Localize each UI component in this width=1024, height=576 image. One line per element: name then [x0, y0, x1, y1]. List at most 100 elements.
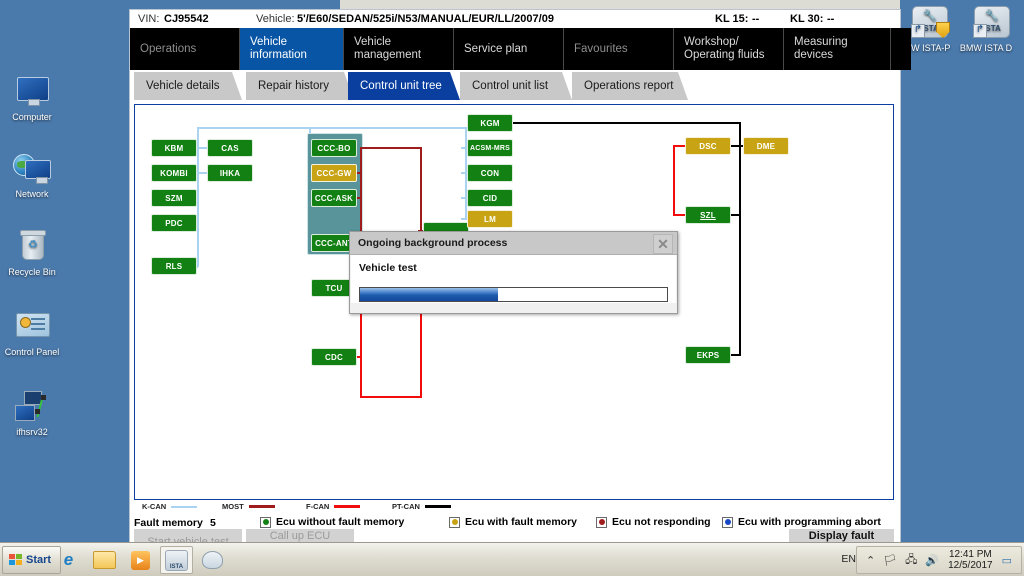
ecu-node-szm[interactable]: SZM: [151, 189, 197, 207]
ecu-node-label: PDC: [165, 219, 183, 228]
ecu-node-dme[interactable]: DME: [743, 137, 789, 155]
status-swatch-red-icon: [596, 517, 607, 528]
tab-favourites[interactable]: Favourites: [564, 28, 674, 70]
fault-memory-count: 5: [210, 517, 216, 529]
ecu-node-ccc-gw[interactable]: CCC-GW: [311, 164, 357, 182]
ecu-node-ccc-ask[interactable]: CCC-ASK: [311, 189, 357, 207]
ecu-node-lm[interactable]: LM: [467, 210, 513, 228]
tab-operations[interactable]: Operations: [130, 28, 240, 70]
windows-logo-icon: [9, 554, 22, 566]
kcan-bus-line: [197, 127, 467, 129]
legend-bus-swatch: [171, 506, 197, 508]
network-icon[interactable]: 🖧: [905, 551, 917, 570]
ecu-node-cid[interactable]: CID: [467, 189, 513, 207]
file-explorer-icon[interactable]: [88, 546, 121, 574]
ecu-node-label: RLS: [166, 262, 183, 271]
ecu-node-kombi[interactable]: KOMBI: [151, 164, 197, 182]
ecu-node-label: ACSM-MRS: [470, 145, 510, 152]
fcan-bus-line: [357, 356, 362, 358]
desktop-icon-label: BMW ISTA D: [956, 43, 1016, 54]
most-bus-line: [357, 197, 362, 199]
legend-bus-label: PT-CAN: [392, 502, 420, 511]
progress-bar-fill: [360, 288, 498, 301]
recycle-bin-icon: ♻: [13, 230, 51, 264]
tab-measuring-devices[interactable]: Measuring devices: [784, 28, 891, 70]
ecu-node-label: IHKA: [220, 169, 240, 178]
subtab-label: Vehicle details: [146, 80, 220, 92]
legend-bus-fcan: F-CAN: [306, 502, 360, 511]
legend-bus-label: MOST: [222, 502, 244, 511]
ecu-node-pdc[interactable]: PDC: [151, 214, 197, 232]
subtab-repair-history[interactable]: Repair history: [246, 72, 354, 100]
ifhsrv32-icon: [13, 390, 51, 424]
legend-bus-most: MOST: [222, 502, 275, 511]
ptcan-bus-line: [731, 354, 741, 356]
subtab-control-unit-tree[interactable]: Control unit tree: [348, 72, 460, 100]
tab-workshop-operating-fluids[interactable]: Workshop/ Operating fluids: [674, 28, 784, 70]
ecu-node-dsc[interactable]: DSC: [685, 137, 731, 155]
ptcan-bus-line: [731, 214, 741, 216]
ecu-node-label: CCC-ANT: [315, 239, 353, 248]
ecu-node-ccc-bo[interactable]: CCC-BO: [311, 139, 357, 157]
subtab-vehicle-details[interactable]: Vehicle details: [134, 72, 242, 100]
ista-app-icon[interactable]: ISTA: [160, 546, 193, 574]
desktop-icon-label: ifhsrv32: [0, 427, 64, 438]
desktop-icon-computer[interactable]: Computer: [0, 75, 64, 123]
ecu-node-szl[interactable]: SZL: [685, 206, 731, 224]
ecu-node-label: LM: [484, 215, 496, 224]
computer-icon: [13, 75, 51, 109]
most-bus-line: [357, 172, 362, 174]
paint-icon[interactable]: [196, 546, 229, 574]
language-indicator[interactable]: EN: [841, 553, 856, 565]
ecu-node-acsm-mrs[interactable]: ACSM-MRS: [467, 139, 513, 157]
tab-vehicle-management[interactable]: Vehicle management: [344, 28, 454, 70]
ecu-node-label: KOMBI: [160, 169, 188, 178]
bmw-ista-d-icon: 🔧ISTA↱: [967, 6, 1005, 40]
desktop-icon-label: Computer: [0, 112, 64, 123]
dialog-body: Vehicle test: [351, 255, 676, 303]
ecu-node-cdc[interactable]: CDC: [311, 348, 357, 366]
media-player-icon[interactable]: ▶: [124, 546, 157, 574]
desktop-icon-bmw-ista-d[interactable]: 🔧ISTA↱ BMW ISTA D: [956, 6, 1016, 54]
legend-bus-swatch: [425, 505, 451, 508]
legend-bus-ptcan: PT-CAN: [392, 502, 451, 511]
kl15-value: --: [752, 13, 759, 25]
desktop-icon-network[interactable]: Network: [0, 152, 64, 200]
subtab-operations-report[interactable]: Operations report: [572, 72, 688, 100]
legend-status-label: Ecu without fault memory: [276, 516, 404, 528]
start-label: Start: [26, 554, 51, 566]
internet-explorer-icon[interactable]: e: [52, 546, 85, 574]
ecu-node-ihka[interactable]: IHKA: [207, 164, 253, 182]
legend-status-fault: Ecu with fault memory: [449, 516, 577, 528]
tab-service-plan[interactable]: Service plan: [454, 28, 564, 70]
ecu-node-label: DME: [757, 142, 775, 151]
action-center-icon[interactable]: 🏳: [883, 554, 897, 567]
clock[interactable]: 12:41 PM 12/5/2017: [948, 549, 993, 571]
show-hidden-icons-arrow[interactable]: ⌃: [866, 554, 875, 567]
ecu-node-ekps[interactable]: EKPS: [685, 346, 731, 364]
status-swatch-blue-icon: [722, 517, 733, 528]
tab-overflow: [891, 28, 911, 70]
ecu-node-label: CCC-BO: [317, 144, 350, 153]
kl30-label: KL 30:: [790, 13, 823, 25]
fault-memory-label: Fault memory: [134, 517, 203, 529]
subtab-control-unit-list[interactable]: Control unit list: [460, 72, 572, 100]
volume-icon[interactable]: 🔊: [925, 554, 939, 567]
ecu-node-kbm[interactable]: KBM: [151, 139, 197, 157]
ecu-node-rls[interactable]: RLS: [151, 257, 197, 275]
ecu-node-kgm[interactable]: KGM: [467, 114, 513, 132]
show-desktop-icon[interactable]: ▭: [1002, 554, 1012, 567]
ecu-node-con[interactable]: CON: [467, 164, 513, 182]
tab-vehicle-information[interactable]: Vehicle information: [240, 28, 344, 70]
desktop-icon-recycle-bin[interactable]: ♻ Recycle Bin: [0, 230, 64, 278]
ecu-node-cas[interactable]: CAS: [207, 139, 253, 157]
fcan-bus-line: [360, 396, 422, 398]
vehicle-info-bar: VIN: CJ95542 Vehicle: 5'/E60/SEDAN/525i/…: [130, 10, 900, 28]
dialog-title-text: Ongoing background process: [358, 237, 507, 249]
ecu-node-label: SZL: [700, 211, 716, 220]
dialog-title-bar: Ongoing background process ✕: [350, 232, 677, 255]
legend-status-label: Ecu with fault memory: [465, 516, 577, 528]
close-icon[interactable]: ✕: [653, 234, 673, 254]
desktop-icon-control-panel[interactable]: Control Panel: [0, 310, 64, 358]
desktop-icon-ifhsrv32[interactable]: ifhsrv32: [0, 390, 64, 438]
